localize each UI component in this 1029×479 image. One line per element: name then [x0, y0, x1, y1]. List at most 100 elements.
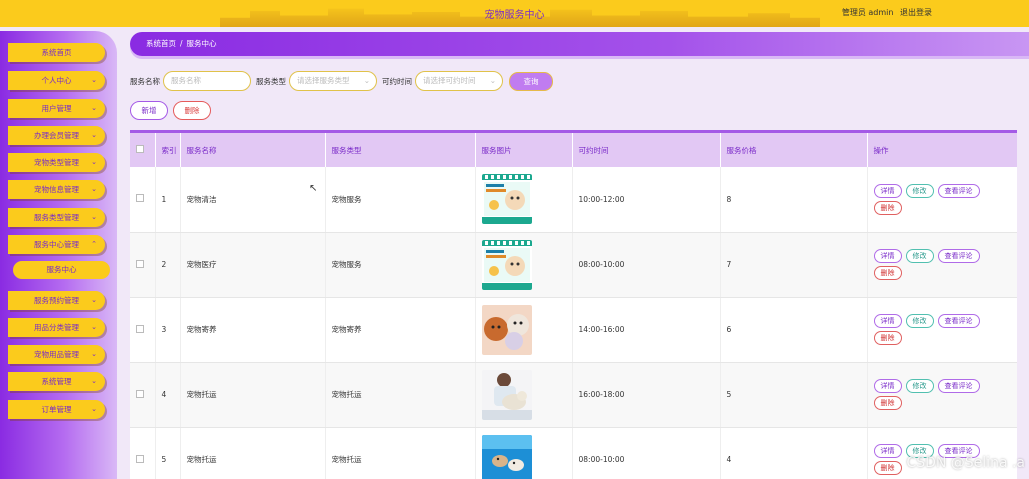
detail-button[interactable]: 详情 — [873, 444, 902, 458]
column-header-image: 服务图片 — [475, 133, 573, 167]
service-name-cell: 宠物寄养 — [180, 297, 326, 363]
detail-button[interactable]: 详情 — [873, 379, 902, 393]
logout-link[interactable]: 退出登录 — [900, 8, 932, 17]
index-cell: 3 — [155, 297, 181, 363]
delete-button[interactable]: 删除 — [873, 200, 902, 215]
row-checkbox[interactable] — [136, 454, 144, 463]
edit-button[interactable]: 修改 — [905, 249, 934, 263]
detail-button[interactable]: 详情 — [873, 314, 902, 328]
service-image-cell — [475, 297, 573, 363]
sidebar-item[interactable]: 服务类型管理 ⌄ — [8, 208, 105, 227]
book-time-select[interactable]: 请选择可约时间 ⌄ — [415, 71, 503, 91]
chevron-icon: ⌃ — [91, 240, 97, 248]
sidebar-item-label: 宠物信息管理 — [34, 185, 79, 194]
sidebar-item-label: 服务中心管理 — [34, 240, 79, 249]
service-type-cell: 宠物服务 — [325, 232, 476, 298]
book-time-placeholder: 请选择可约时间 — [423, 76, 476, 85]
view-reviews-button[interactable]: 查看评论 — [937, 183, 980, 198]
row-checkbox[interactable] — [136, 259, 144, 268]
view-reviews-button[interactable]: 查看评论 — [937, 314, 980, 328]
row-select-cell[interactable] — [130, 427, 156, 479]
sidebar-item[interactable]: 宠物用品管理 ⌄ — [8, 345, 105, 364]
price-cell: 8 — [720, 167, 868, 233]
row-select-cell[interactable] — [130, 362, 156, 428]
detail-button[interactable]: 详情 — [873, 249, 902, 263]
row-select-cell[interactable] — [130, 232, 156, 298]
select-all-header[interactable] — [130, 133, 156, 167]
sidebar-item[interactable]: 宠物信息管理 ⌄ — [8, 180, 105, 199]
price-cell: 7 — [720, 232, 868, 298]
add-button[interactable]: 新增 — [130, 101, 168, 120]
delete-button[interactable]: 删除 — [873, 266, 902, 280]
view-reviews-button[interactable]: 查看评论 — [937, 249, 980, 263]
service-image — [481, 434, 572, 479]
service-type-placeholder: 请选择服务类型 — [297, 76, 350, 85]
index-cell: 5 — [155, 427, 181, 479]
chevron-icon: ⌄ — [91, 76, 97, 84]
delete-button[interactable]: 删除 — [873, 331, 902, 345]
sidebar-item[interactable]: 系统管理 ⌄ — [8, 372, 105, 391]
sidebar-item-label: 宠物类型管理 — [34, 158, 79, 167]
view-reviews-button[interactable]: 查看评论 — [937, 379, 980, 393]
edit-button[interactable]: 修改 — [905, 379, 934, 393]
select-all-checkbox[interactable] — [136, 145, 144, 153]
actions-cell: 详情 修改 查看评论删除 — [867, 167, 1017, 233]
service-name-cell: 宠物医疗 — [180, 232, 326, 298]
actions-cell: 详情 修改 查看评论删除 — [867, 297, 1017, 363]
sidebar-item-label: 订单管理 — [41, 405, 72, 414]
service-type-cell: 宠物寄养 — [325, 297, 476, 363]
row-checkbox[interactable] — [136, 324, 144, 333]
row-checkbox[interactable] — [136, 194, 144, 203]
chevron-icon: ⌄ — [91, 158, 97, 166]
column-header-name: 服务名称 — [180, 133, 326, 167]
book-time-label: 可约时间 — [382, 77, 412, 86]
user-label: 管理员 admin — [841, 8, 894, 17]
chevron-icon: ⌄ — [91, 213, 97, 221]
batch-delete-button[interactable]: 删除 — [173, 101, 211, 120]
service-image — [481, 174, 572, 225]
watermark: CSDN @Selina .a — [906, 455, 1025, 471]
table-header-row: 索引 服务名称 服务类型 服务图片 可约时间 服务价格 操作 — [130, 133, 1017, 167]
sidebar-item[interactable]: 办理会员管理 ⌄ — [8, 126, 105, 145]
sidebar-item[interactable]: 用品分类管理 ⌄ — [8, 318, 105, 337]
service-name-cell: 宠物清洁 — [180, 167, 326, 233]
sidebar-item[interactable]: 服务预约管理 ⌄ — [8, 291, 105, 310]
query-button[interactable]: 查询 — [509, 72, 553, 91]
column-header-actions: 操作 — [867, 133, 1017, 167]
row-select-cell[interactable] — [130, 297, 156, 363]
sidebar-item[interactable]: 系统首页 — [8, 43, 105, 62]
service-image — [481, 239, 572, 290]
breadcrumb-separator: / — [180, 39, 183, 48]
table-row: 1 宠物清洁 宠物服务 10:00-12:00 8 详情 修改 查看评论 删除 — [130, 167, 1017, 233]
sidebar-item[interactable]: 订单管理 ⌄ — [8, 400, 105, 419]
service-table: 索引 服务名称 服务类型 服务图片 可约时间 服务价格 操作 1 宠物清洁 宠物服务… — [130, 130, 1017, 479]
actions-cell: 详情 修改 查看评论删除 — [867, 362, 1017, 428]
service-name-cell: 宠物托运 — [180, 362, 326, 428]
index-cell: 4 — [155, 362, 181, 428]
sidebar-item[interactable]: 服务中心管理 ⌃ — [8, 235, 105, 254]
breadcrumb-current: 服务中心 — [186, 39, 217, 48]
detail-button[interactable]: 详情 — [873, 183, 902, 198]
user-area: 管理员 admin 退出登录 — [838, 7, 932, 18]
book-time-cell: 08:00-10:00 — [572, 232, 721, 298]
service-name-label: 服务名称 — [130, 77, 160, 86]
row-select-cell[interactable] — [130, 167, 156, 233]
service-image-cell — [475, 362, 573, 428]
mouse-cursor-icon: ↖ — [309, 183, 318, 194]
breadcrumb-home[interactable]: 系统首页 — [146, 39, 176, 48]
delete-button[interactable]: 删除 — [873, 461, 902, 475]
service-name-input[interactable]: 服务名称 — [163, 71, 251, 91]
delete-button[interactable]: 删除 — [873, 396, 902, 410]
service-type-select[interactable]: 请选择服务类型 ⌄ — [289, 71, 377, 91]
sidebar-item[interactable]: 用户管理 ⌄ — [8, 99, 105, 118]
row-checkbox[interactable] — [136, 389, 144, 398]
sidebar-item[interactable]: 宠物类型管理 ⌄ — [8, 153, 105, 172]
edit-button[interactable]: 修改 — [905, 183, 934, 198]
actions-cell: 详情 修改 查看评论删除 — [867, 232, 1017, 298]
sidebar-item-label: 宠物用品管理 — [34, 350, 79, 359]
edit-button[interactable]: 修改 — [905, 314, 934, 328]
sidebar-item[interactable]: 个人中心 ⌄ — [8, 71, 105, 90]
sidebar-item-label: 服务类型管理 — [34, 213, 79, 222]
sidebar-subitem-service-center[interactable]: 服务中心 — [13, 261, 110, 279]
sidebar-item-label: 系统管理 — [41, 377, 72, 386]
